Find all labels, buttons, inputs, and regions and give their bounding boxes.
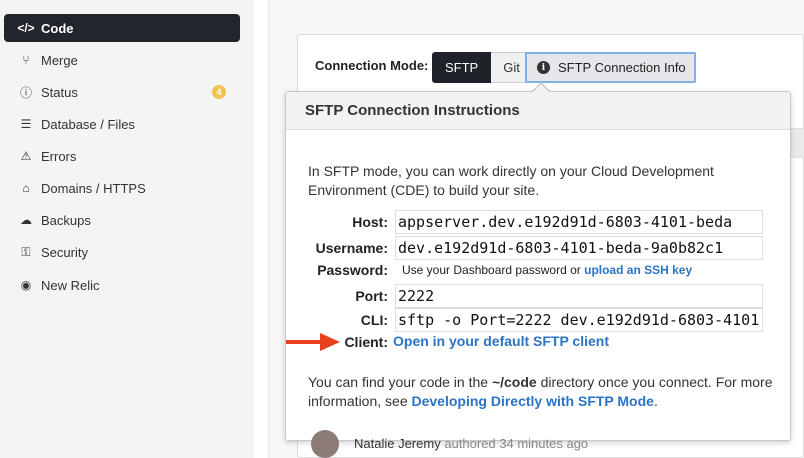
sidebar-item-code[interactable]: </> Code bbox=[4, 14, 240, 42]
info-icon: ⓘ bbox=[19, 85, 32, 100]
database-icon: ☰ bbox=[20, 117, 32, 131]
sidebar-item-new-relic[interactable]: ◉ New Relic bbox=[4, 271, 240, 299]
popover-outro: You can find your code in the ~/code dir… bbox=[308, 373, 788, 411]
sidebar-item-status[interactable]: ⓘ Status 4 bbox=[4, 78, 240, 106]
host-label: Host: bbox=[352, 214, 388, 230]
sftp-connection-info-button[interactable]: i SFTP Connection Info bbox=[525, 52, 696, 83]
avatar bbox=[311, 430, 339, 458]
sidebar-item-label: Merge bbox=[41, 52, 78, 68]
annotation-arrow-icon bbox=[286, 333, 340, 351]
sidebar-item-label: Database / Files bbox=[41, 116, 135, 132]
sidebar-item-errors[interactable]: ⚠ Errors bbox=[4, 142, 240, 170]
sidebar-item-domains[interactable]: ⌂ Domains / HTTPS bbox=[4, 174, 240, 202]
upload-ssh-key-link[interactable]: upload an SSH key bbox=[584, 263, 692, 277]
sidebar-item-label: Errors bbox=[41, 148, 77, 164]
sidebar-item-security[interactable]: ⚿ Security bbox=[4, 238, 240, 266]
popover-intro: In SFTP mode, you can work directly on y… bbox=[308, 163, 714, 198]
popover-arrow-fill bbox=[532, 84, 550, 93]
cli-field[interactable]: sftp -o Port=2222 dev.e192d91d-6803-4101 bbox=[395, 308, 763, 332]
password-hint: Use your Dashboard password or upload an… bbox=[402, 263, 692, 277]
outro-text-1: You can find your code in the bbox=[308, 374, 489, 390]
cli-label: CLI: bbox=[360, 312, 388, 328]
open-sftp-client-link[interactable]: Open in your default SFTP client bbox=[393, 333, 609, 349]
sidebar: </> Code ⑂ Merge ⓘ Status 4 ☰ Database /… bbox=[0, 0, 254, 458]
password-text: Use your Dashboard password or bbox=[402, 263, 581, 277]
sidebar-item-label: Security bbox=[41, 244, 88, 260]
popover-title: SFTP Connection Instructions bbox=[286, 92, 790, 130]
sidebar-item-label: Status bbox=[41, 84, 78, 100]
sftp-mode-button[interactable]: SFTP bbox=[432, 52, 492, 83]
connection-mode-label: Connection Mode: bbox=[315, 58, 429, 73]
username-field[interactable]: dev.e192d91d-6803-4101-beda-9a0b82c1 bbox=[395, 236, 763, 260]
warning-icon: ⚠ bbox=[20, 149, 32, 163]
cloud-upload-icon: ☁ bbox=[20, 213, 32, 227]
port-label: Port: bbox=[355, 288, 388, 304]
key-icon: ⚿ bbox=[21, 244, 31, 259]
commit-meta: authored 34 minutes ago bbox=[444, 436, 589, 451]
connection-mode-toggle: SFTP Git bbox=[432, 52, 533, 83]
info-icon: i bbox=[537, 61, 550, 74]
sidebar-item-label: Code bbox=[41, 20, 74, 36]
sidebar-item-label: Domains / HTTPS bbox=[41, 180, 146, 196]
commit-author: Natalie Jeremy authored 34 minutes ago bbox=[354, 436, 588, 451]
host-field[interactable]: appserver.dev.e192d91d-6803-4101-beda bbox=[395, 210, 763, 234]
status-badge: 4 bbox=[212, 85, 226, 99]
sidebar-item-label: New Relic bbox=[41, 277, 100, 293]
sidebar-item-database-files[interactable]: ☰ Database / Files bbox=[4, 110, 240, 138]
info-button-label: SFTP Connection Info bbox=[558, 60, 686, 75]
sftp-docs-link[interactable]: Developing Directly with SFTP Mode bbox=[412, 393, 654, 409]
username-label: Username: bbox=[315, 240, 388, 256]
password-label: Password: bbox=[317, 262, 388, 278]
author-name: Natalie Jeremy bbox=[354, 436, 441, 451]
merge-icon: ⑂ bbox=[22, 53, 30, 67]
sidebar-item-merge[interactable]: ⑂ Merge bbox=[4, 46, 240, 74]
home-icon: ⌂ bbox=[22, 181, 30, 195]
code-directory: ~/code bbox=[491, 374, 537, 390]
eye-icon: ◉ bbox=[20, 278, 32, 292]
sidebar-item-backups[interactable]: ☁ Backups bbox=[4, 206, 240, 234]
sidebar-item-label: Backups bbox=[41, 212, 91, 228]
gutter bbox=[254, 0, 268, 458]
code-icon: </> bbox=[17, 21, 35, 35]
outro-end: . bbox=[653, 393, 658, 409]
port-field[interactable]: 2222 bbox=[395, 284, 763, 308]
